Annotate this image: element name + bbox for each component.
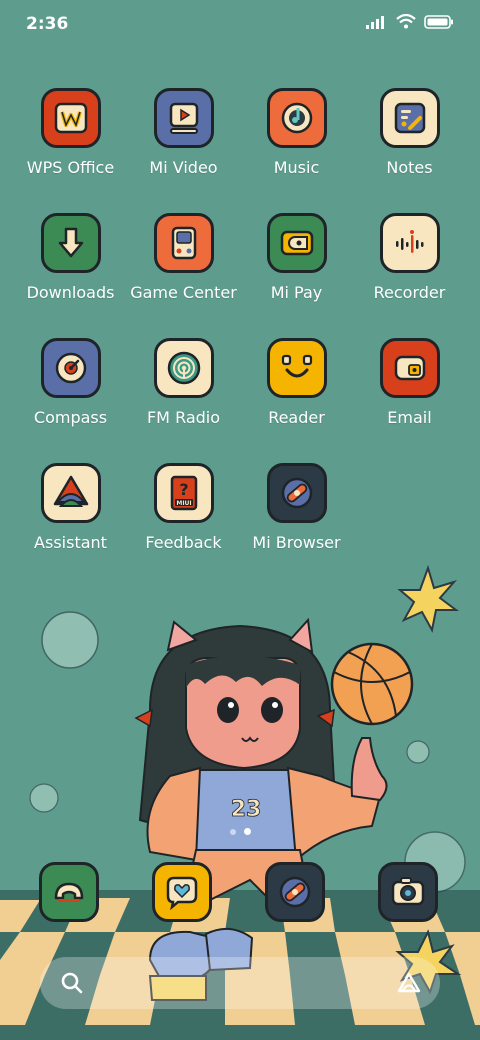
signal-icon: [366, 15, 384, 29]
reader-icon: [281, 354, 312, 378]
app-mi-video[interactable]: Mi Video: [127, 88, 240, 198]
app-assistant[interactable]: Assistant: [14, 463, 127, 573]
browser-icon: [279, 876, 311, 908]
dock-browser[interactable]: [265, 862, 325, 922]
app-label: Mi Video: [149, 158, 218, 177]
app-label: Mi Pay: [270, 283, 323, 302]
camera-icon: [391, 877, 425, 906]
downloads-icon: [58, 227, 83, 258]
app-email[interactable]: Email: [353, 338, 466, 448]
app-compass[interactable]: Compass: [14, 338, 127, 448]
dock-camera[interactable]: [378, 862, 438, 922]
dock-phone[interactable]: [39, 862, 99, 922]
compass-icon: [55, 352, 86, 384]
page-dot-active: [243, 828, 251, 835]
music-icon: [281, 102, 312, 134]
clock: 2:36: [26, 14, 69, 34]
fm-radio-icon: [167, 351, 200, 385]
app-reader[interactable]: Reader: [240, 338, 353, 448]
assistant-shortcut-icon[interactable]: [396, 971, 422, 995]
jersey-number: 23: [231, 797, 262, 822]
app-label: Reader: [268, 408, 325, 427]
wifi-icon: [396, 14, 416, 29]
dock-messages[interactable]: [152, 862, 212, 922]
app-label: Assistant: [34, 533, 107, 552]
app-music[interactable]: Music: [240, 88, 353, 198]
mi-browser-icon: [281, 477, 312, 509]
search-bar[interactable]: [40, 957, 440, 1009]
app-label: Recorder: [373, 283, 446, 302]
recorder-icon: [395, 230, 423, 253]
app-label: Game Center: [130, 283, 237, 302]
app-label: Feedback: [145, 533, 222, 552]
app-wps-office[interactable]: WPS Office: [14, 88, 127, 198]
svg-text:?: ?: [179, 480, 188, 499]
app-label: Music: [273, 158, 320, 177]
page-dot: [229, 828, 236, 835]
app-notes[interactable]: Notes: [353, 88, 466, 198]
app-game-center[interactable]: Game Center: [127, 213, 240, 323]
feedback-badge: MIUI: [176, 500, 191, 507]
app-recorder[interactable]: Recorder: [353, 213, 466, 323]
app-label: Email: [387, 408, 432, 427]
battery-icon: [424, 14, 453, 29]
app-label: Notes: [386, 158, 433, 177]
game-center-icon: [171, 226, 196, 260]
status-bar: 2:36: [0, 0, 480, 50]
notes-icon: [394, 102, 425, 134]
app-feedback[interactable]: ? MIUI Feedback: [127, 463, 240, 573]
page-indicator: [0, 828, 480, 835]
app-mi-pay[interactable]: Mi Pay: [240, 213, 353, 323]
wps-office-icon: [54, 102, 87, 134]
mi-video-icon: [169, 102, 198, 134]
app-mi-browser[interactable]: Mi Browser: [240, 463, 353, 573]
app-downloads[interactable]: Downloads: [14, 213, 127, 323]
phone-icon: [54, 882, 84, 902]
search-icon[interactable]: [60, 971, 84, 995]
app-label: Compass: [33, 408, 108, 427]
feedback-icon: ? MIUI: [170, 475, 197, 511]
app-fm-radio[interactable]: FM Radio: [127, 338, 240, 448]
messages-icon: [166, 876, 198, 911]
assistant-icon: [53, 475, 88, 507]
app-label: FM Radio: [146, 408, 221, 427]
mi-pay-icon: [280, 230, 313, 256]
app-label: Mi Browser: [252, 533, 341, 552]
status-icons: [366, 14, 454, 29]
app-label: Downloads: [26, 283, 115, 302]
email-icon: [394, 355, 425, 381]
app-label: WPS Office: [26, 158, 115, 177]
